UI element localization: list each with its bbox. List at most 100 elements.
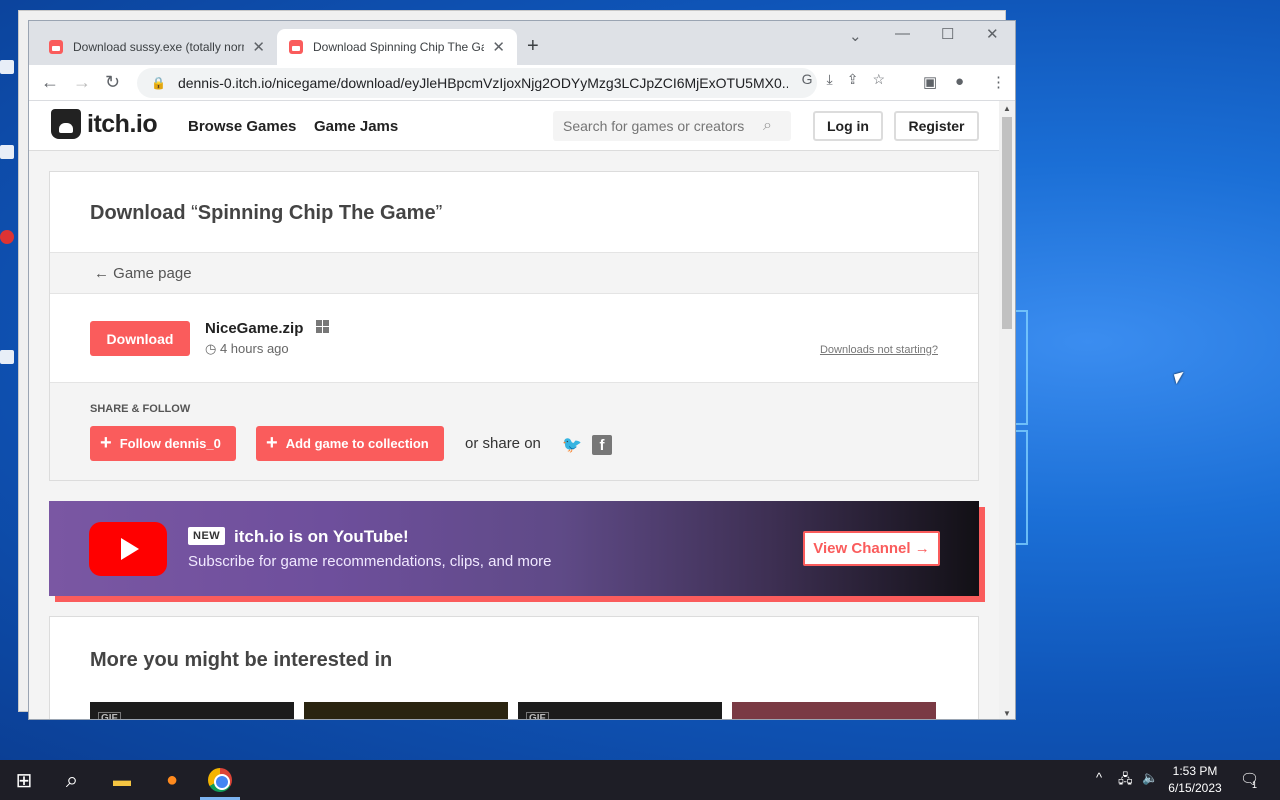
minimize-button[interactable]: — xyxy=(895,25,910,42)
gif-badge: GIF xyxy=(98,712,121,719)
maximize-button[interactable]: ☐ xyxy=(941,25,954,43)
share-follow-section: SHARE & FOLLOW + Follow dennis_0 + Add g… xyxy=(50,382,978,480)
logo-text: itch.io xyxy=(87,109,158,138)
page-title: Download “Spinning Chip The Game” xyxy=(90,202,442,225)
follow-button[interactable]: + Follow dennis_0 xyxy=(90,426,236,461)
page-viewport: itch.io Browse Games Game Jams ⌕ Log in … xyxy=(29,101,1001,719)
itch-logo-icon xyxy=(51,109,81,139)
scrollbar-thumb[interactable] xyxy=(1002,117,1012,329)
omnibox-actions: G ⤓ ⇪ ☆ xyxy=(802,71,885,88)
itch-favicon-icon xyxy=(49,40,63,54)
tab-strip: Download sussy.exe (totally normal) ✕ Do… xyxy=(29,21,1015,65)
facebook-icon[interactable]: f xyxy=(592,435,612,455)
clock-date: 6/15/2023 xyxy=(1168,781,1222,795)
windows-platform-icon xyxy=(316,320,329,333)
desktop-window-outline xyxy=(1016,430,1028,545)
recommendations-title: More you might be interested in xyxy=(90,649,393,671)
scroll-down-arrow-icon[interactable]: ▼ xyxy=(1003,709,1011,718)
firefox-icon[interactable]: ● xyxy=(160,768,184,792)
itch-favicon-icon xyxy=(289,40,303,54)
desktop-window-outline xyxy=(1016,310,1028,425)
game-thumbnail[interactable] xyxy=(732,702,936,719)
plus-icon: + xyxy=(100,432,112,454)
register-button[interactable]: Register xyxy=(894,111,979,141)
download-card: Download “Spinning Chip The Game” ← Game… xyxy=(49,171,979,481)
tab-search-chevron-icon[interactable]: ⌄ xyxy=(849,27,862,45)
youtube-logo-icon xyxy=(89,522,167,576)
downloads-not-starting-link[interactable]: Downloads not starting? xyxy=(820,344,938,356)
new-tab-button[interactable]: + xyxy=(527,35,539,58)
page-scrollbar[interactable]: ▲ ▼ xyxy=(999,101,1015,719)
tab-sussy[interactable]: Download sussy.exe (totally normal) ✕ xyxy=(37,29,277,65)
desktop-icon[interactable] xyxy=(0,145,18,161)
google-translate-icon[interactable]: G xyxy=(802,71,813,88)
close-window-button[interactable]: ✕ xyxy=(986,25,999,43)
recommendations-card: More you might be interested in GIF GIF xyxy=(49,616,979,719)
game-page-row: ← Game page xyxy=(50,252,978,294)
gif-badge: GIF xyxy=(526,712,549,719)
tab-title: Download Spinning Chip The Game xyxy=(313,40,484,54)
chrome-icon[interactable] xyxy=(208,768,232,792)
tray-chevron-icon[interactable]: ^ xyxy=(1096,770,1102,785)
file-explorer-icon[interactable]: ▬ xyxy=(110,768,134,792)
volume-muted-icon[interactable]: 🔈 xyxy=(1142,770,1158,786)
download-button[interactable]: Download xyxy=(90,321,190,356)
twitter-icon[interactable]: 🐦 xyxy=(562,435,582,455)
site-header: itch.io Browse Games Game Jams ⌕ Log in … xyxy=(29,101,1001,151)
clock-time: 1:53 PM xyxy=(1172,764,1218,778)
game-thumbnail[interactable]: GIF xyxy=(518,702,722,719)
quote-close: ” xyxy=(435,202,443,224)
collection-label: Add game to collection xyxy=(285,436,429,451)
nav-browse-games[interactable]: Browse Games xyxy=(188,118,296,135)
start-windows-icon[interactable]: ⊞ xyxy=(12,768,36,792)
login-button[interactable]: Log in xyxy=(813,111,883,141)
search-icon[interactable]: ⌕ xyxy=(763,117,772,135)
side-panel-icon[interactable]: ▣ xyxy=(923,73,937,91)
follow-label: Follow dennis_0 xyxy=(119,436,221,451)
address-bar[interactable]: 🔒 dennis-0.itch.io/nicegame/download/eyJ… xyxy=(137,68,817,98)
title-prefix: Download xyxy=(90,202,186,224)
desktop-icon[interactable] xyxy=(0,350,18,366)
share-icon[interactable]: ⇪ xyxy=(847,71,859,88)
game-name: Spinning Chip The Game xyxy=(197,202,436,224)
bookmark-star-icon[interactable]: ☆ xyxy=(872,71,885,88)
desktop-icon[interactable] xyxy=(0,230,18,246)
profile-avatar-icon[interactable]: ● xyxy=(955,73,964,90)
url-text[interactable]: dennis-0.itch.io/nicegame/download/eyJle… xyxy=(178,75,788,91)
scroll-up-arrow-icon[interactable]: ▲ xyxy=(1003,104,1011,113)
view-channel-button[interactable]: View Channel → xyxy=(803,531,940,566)
clock[interactable]: 1:53 PM 6/15/2023 xyxy=(1160,763,1230,797)
game-thumbnail[interactable]: GIF xyxy=(90,702,294,719)
forward-arrow-icon[interactable]: → xyxy=(73,72,91,93)
game-thumbnail[interactable] xyxy=(304,702,508,719)
youtube-subline: Subscribe for game recommendations, clip… xyxy=(188,553,552,570)
tab-close-icon[interactable]: ✕ xyxy=(252,38,265,56)
search-input[interactable] xyxy=(563,118,763,134)
tab-spinning-chip[interactable]: Download Spinning Chip The Game ✕ xyxy=(277,29,517,65)
nav-game-jams[interactable]: Game Jams xyxy=(314,118,398,135)
youtube-headline: itch.io is on YouTube! xyxy=(234,527,409,546)
desktop-icon-recycle-bin[interactable] xyxy=(0,60,18,76)
reload-icon[interactable]: ↻ xyxy=(105,72,120,93)
install-icon[interactable]: ⤓ xyxy=(827,71,833,88)
file-age-text: 4 hours ago xyxy=(219,341,289,356)
network-icon[interactable]: 🖧 xyxy=(1118,770,1133,792)
file-name: NiceGame.zip xyxy=(205,320,304,337)
new-badge: NEW xyxy=(188,527,226,545)
game-page-link[interactable]: ← Game page xyxy=(94,265,192,282)
mouse-cursor-icon xyxy=(1173,371,1187,385)
taskbar: ⊞ ⌕ ▬ ● ^ 🖧 🔈 1:53 PM 6/15/2023 🗨 1 xyxy=(0,760,1280,800)
tab-title: Download sussy.exe (totally normal) xyxy=(73,40,244,54)
file-age: ◷ 4 hours ago xyxy=(205,341,289,357)
menu-kebab-icon[interactable]: ⋮ xyxy=(991,73,1006,91)
tab-close-icon[interactable]: ✕ xyxy=(492,38,505,56)
back-arrow-icon[interactable]: ← xyxy=(41,72,59,93)
or-share-text: or share on xyxy=(465,435,541,452)
lock-icon: 🔒 xyxy=(151,76,166,90)
search-icon[interactable]: ⌕ xyxy=(60,767,84,792)
notification-count: 1 xyxy=(1252,780,1258,790)
youtube-banner: NEW itch.io is on YouTube! Subscribe for… xyxy=(49,501,979,596)
add-to-collection-button[interactable]: + Add game to collection xyxy=(256,426,444,461)
clock-icon: ◷ xyxy=(205,341,220,356)
itch-logo[interactable]: itch.io xyxy=(51,109,158,139)
